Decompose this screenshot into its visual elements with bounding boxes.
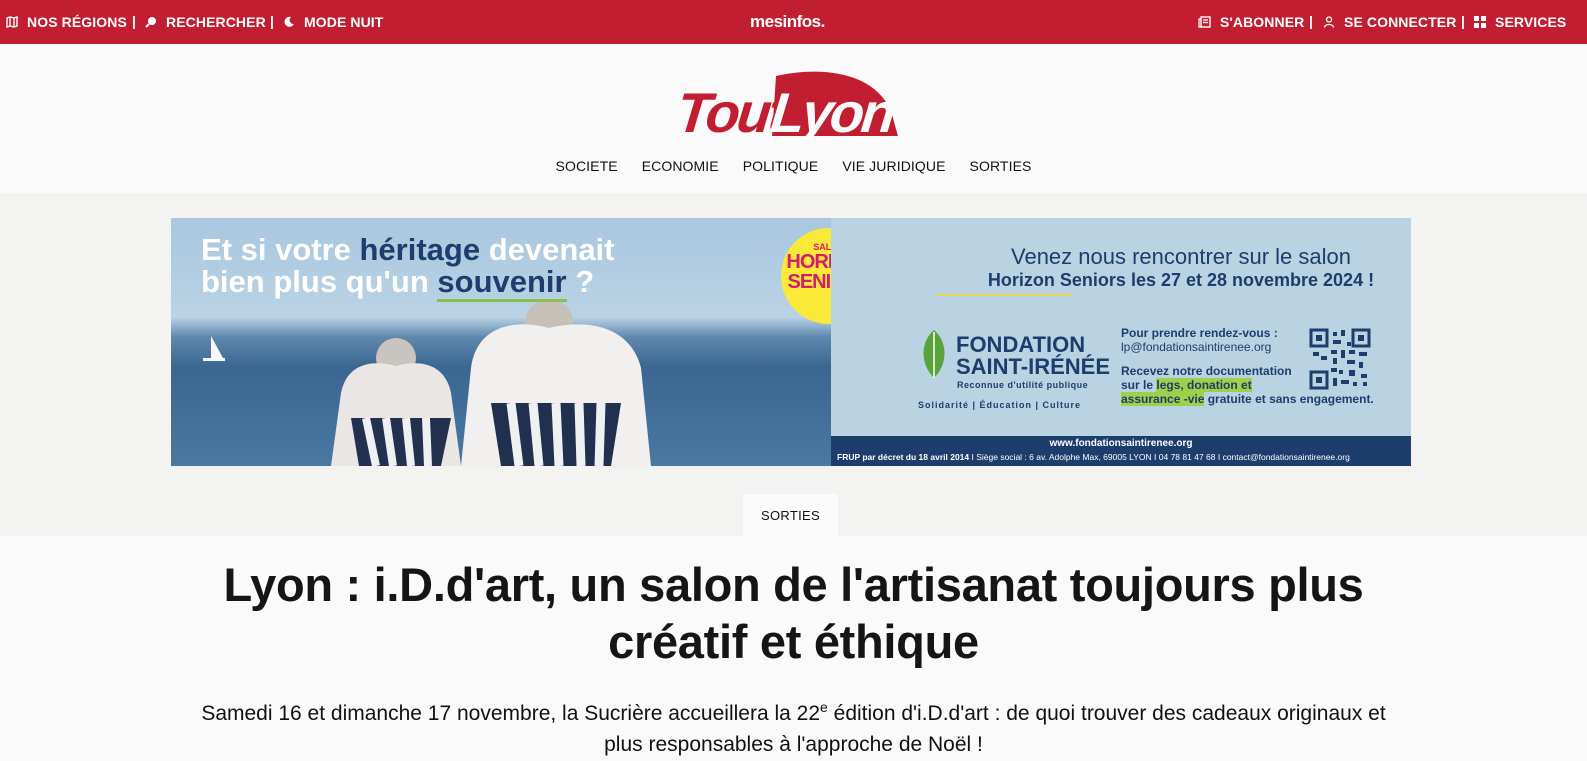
doc-text: Recevez notre documentation [1121,364,1292,378]
search-icon [145,17,156,28]
ad-horizon-text: Horizon Seniors les 27 et 28 novembre 20… [987,270,1375,290]
mesinfos-logo[interactable]: mesinfos. [750,0,825,44]
regions-label: NOS RÉGIONS [27,14,127,30]
article: Lyon : i.D.d'art, un salon de l'artisana… [0,536,1587,761]
ad-venez-text: Venez nous rencontrer sur le salon [1011,244,1351,269]
ad-headline-highlight: souvenir [437,264,567,302]
grid-icon [1474,16,1486,28]
qr-code-icon [1309,328,1371,390]
top-bar: NOS RÉGIONS | RECHERCHER | MODE NUIT mes… [0,0,1587,44]
services-button[interactable]: SERVICES [1474,0,1566,44]
regions-button[interactable]: NOS RÉGIONS [6,0,127,44]
advertisement-banner[interactable]: Et si votre héritage devenait bien plus … [171,218,1411,466]
nav-item-societe[interactable]: SOCIETE [544,158,630,174]
separator: | [132,13,136,29]
doc-highlight: legs, donation et [1156,378,1252,392]
fondation-name: SAINT-IRÉNÉE [956,354,1111,379]
nav-item-sorties[interactable]: SORTIES [958,158,1044,174]
subscribe-label: S'ABONNER [1220,14,1305,30]
ad-headline-part: devenait [480,232,615,267]
nav-item-politique[interactable]: POLITIQUE [731,158,831,174]
fondation-subtitle: Reconnue d'utilité publique [957,380,1089,390]
search-button[interactable]: RECHERCHER [145,0,266,44]
doc-highlight: assurance -vie [1121,392,1205,406]
newspaper-icon [1198,16,1211,28]
ad-headline-highlight: héritage [359,232,481,267]
ad-footer: www.fondationsaintirenee.org FRUP par dé… [831,436,1411,466]
toutlyon-logo[interactable]: Tout Lyon [680,66,902,142]
ad-divider [936,294,1071,296]
ad-photo: Et si votre héritage devenait bien plus … [171,218,831,466]
user-icon [1323,16,1335,28]
ad-headline-part: bien plus qu'un [201,264,438,299]
ad-headline-part: Et si votre [201,232,360,267]
nav-item-economie[interactable]: ECONOMIE [630,158,731,174]
ad-headline-part: ? [566,264,595,299]
search-label: RECHERCHER [166,14,266,30]
article-lead: Samedi 16 et dimanche 17 novembre, la Su… [200,692,1387,760]
leaf-icon [923,330,945,378]
map-icon [6,16,18,28]
doc-text: gratuite et sans engagement. [1204,392,1374,406]
article-title: Lyon : i.D.d'art, un salon de l'artisana… [223,558,1364,668]
doc-text: sur le [1121,378,1157,392]
fondation-values: Solidarité | Éducation | Culture [918,400,1082,410]
night-mode-toggle[interactable]: MODE NUIT [283,0,383,44]
main-nav: SOCIETE ECONOMIE POLITIQUE VIE JURIDIQUE… [0,158,1587,174]
fondation-name: FONDATION [956,332,1086,357]
services-label: SERVICES [1495,14,1567,30]
login-label: SE CONNECTER [1344,14,1457,30]
separator: | [1309,13,1313,29]
ad-info-panel: Venez nous rencontrer sur le salon Horiz… [831,218,1411,436]
svg-text:Lyon: Lyon [768,81,897,142]
ad-headline: Et si votre héritage devenait bien plus … [201,232,615,302]
rdv-label: Pour prendre rendez-vous : [1121,326,1278,340]
separator: | [1461,13,1465,29]
ad-legal-bold: FRUP par décret du 18 avril 2014 [837,452,970,462]
site-header: Tout Lyon SOCIETE ECONOMIE POLITIQUE VIE… [0,44,1587,193]
separator: | [270,13,274,29]
ad-legal: FRUP par décret du 18 avril 2014 I Siège… [837,452,1350,462]
ad-url: www.fondationsaintirenee.org [1049,438,1193,449]
login-button[interactable]: SE CONNECTER [1323,0,1456,44]
lead-text: Samedi 16 et dimanche 17 novembre, la Su… [201,702,821,725]
night-mode-label: MODE NUIT [304,14,384,30]
lead-superscript: e [820,699,828,715]
ad-band: Et si votre héritage devenait bien plus … [0,193,1587,536]
subscribe-button[interactable]: S'ABONNER [1198,0,1304,44]
nav-item-vie-juridique[interactable]: VIE JURIDIQUE [830,158,957,174]
moon-icon [284,16,294,27]
ad-legal-text: I Siège social : 6 av. Adolphe Max, 6900… [969,452,1350,462]
category-tag[interactable]: SORTIES [743,494,838,536]
